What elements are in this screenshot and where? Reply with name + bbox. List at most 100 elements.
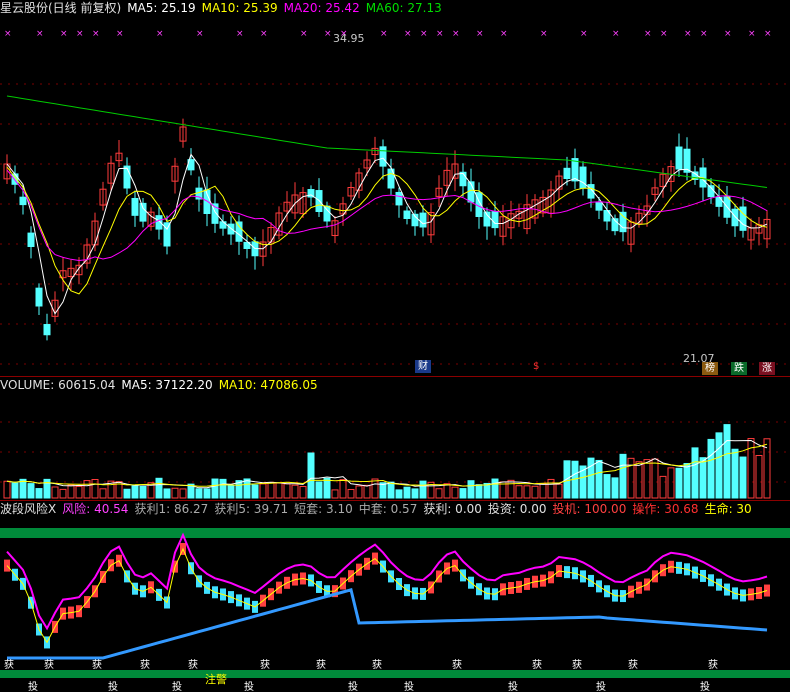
stock-chart-window[interactable]: { "price_header": { "stock": "星云股份(日线 前复…	[0, 0, 790, 692]
candle-body	[739, 206, 747, 231]
high-price-label: 34.95	[333, 32, 365, 45]
speculate-value: 投机: 100.00	[552, 502, 627, 516]
volume-bar	[691, 447, 699, 499]
volume-bar	[27, 483, 35, 499]
volume-bar	[659, 475, 667, 499]
profit-marker: 获	[188, 659, 198, 671]
volume-bar	[275, 482, 283, 499]
volume-bar	[163, 488, 171, 499]
mid-trap-value: 中套: 0.57	[358, 502, 418, 516]
invest-marker: 投	[108, 680, 118, 692]
volume-bar	[523, 485, 531, 499]
volume-bar	[715, 432, 723, 499]
candle-body	[595, 202, 603, 211]
candle-body	[491, 211, 499, 229]
signal-mark: ×	[404, 29, 412, 39]
volume-bar	[395, 489, 403, 499]
indicator-name: 波段风险X	[0, 502, 57, 516]
operation-value: 操作: 30.68	[632, 502, 699, 516]
volume-bar	[323, 477, 331, 499]
profit-marker: 获	[372, 659, 382, 671]
signal-mark: ×	[660, 29, 668, 39]
volume-bar	[203, 488, 211, 499]
volume-bar	[619, 453, 627, 499]
candle-body	[459, 171, 467, 187]
risk-value: 风险: 40.54	[62, 502, 129, 516]
volume-bar	[611, 477, 619, 499]
candle-body	[563, 167, 571, 179]
signal-mark: ×	[748, 29, 756, 39]
signal-mark: ×	[580, 29, 588, 39]
candle-body	[19, 196, 27, 206]
signal-mark: ×	[116, 29, 124, 39]
signal-mark: ×	[476, 29, 484, 39]
candle-body	[235, 221, 243, 242]
volume-bar	[227, 484, 235, 499]
volume-bar	[195, 488, 203, 499]
profit5-value: 获利5: 39.71	[214, 502, 289, 516]
volume-bar	[651, 458, 659, 499]
volume-bar	[435, 488, 443, 499]
candle-body	[35, 287, 43, 307]
profit-marker: 获	[452, 659, 462, 671]
price-chart[interactable]: × × × × × × × × × × × × × × × × × × × × × × × × × × × × × ×	[0, 16, 790, 378]
signal-mark: ×	[4, 29, 12, 39]
volume-bar	[755, 454, 763, 499]
life-value: 生命: 30	[704, 502, 752, 516]
volume-bar	[139, 485, 147, 499]
volume-bar	[635, 461, 643, 499]
volume-bar	[267, 482, 275, 499]
volume-bar	[675, 467, 683, 499]
volume-bar	[707, 438, 715, 499]
volume-bar	[379, 482, 387, 499]
volume-bar	[667, 467, 675, 499]
indicator-chart[interactable]: 获 获 获 获 获 获 获 获 获 获 获 获 获投 投 投 投 投 投 投 投 投 注警	[0, 518, 790, 692]
rank-event-tag[interactable]: 榜	[702, 362, 718, 375]
signal-mark: ×	[436, 29, 444, 39]
candle-body	[27, 232, 35, 247]
volume-ma10-value: MA10: 47086.05	[218, 378, 318, 392]
short-trap-value: 短套: 3.10	[294, 502, 353, 516]
ma20-line	[6, 169, 768, 262]
finance-event-tag[interactable]: 财	[415, 360, 431, 373]
volume-bar	[739, 456, 747, 499]
dollar-event-tag[interactable]: $	[530, 360, 542, 373]
candle-body	[43, 324, 51, 336]
volume-value: VOLUME: 60615.04	[0, 378, 116, 392]
profit-marker: 获	[44, 659, 54, 671]
volume-bar	[299, 486, 307, 499]
invest-marker: 投	[28, 680, 38, 692]
stock-title: 星云股份(日线 前复权)	[0, 1, 122, 15]
signal-mark: ×	[300, 29, 308, 39]
invest-marker: 投	[244, 680, 254, 692]
signal-mark: ×	[452, 29, 460, 39]
profit-marker: 获	[628, 659, 638, 671]
candle-body	[395, 191, 403, 206]
candle-body	[379, 146, 387, 167]
volume-chart[interactable]	[0, 392, 790, 500]
volume-bar	[3, 480, 11, 499]
signal-mark: ×	[420, 29, 428, 39]
volume-bar	[643, 459, 651, 499]
profit-marker: 获	[532, 659, 542, 671]
ma5-line	[6, 153, 768, 315]
volume-bar	[411, 488, 419, 499]
rise-event-tag[interactable]: 涨	[759, 362, 775, 375]
ma60-value: MA60: 27.13	[365, 1, 442, 15]
ma60-line	[6, 95, 768, 188]
candle-body	[131, 197, 139, 216]
top-band	[0, 528, 790, 538]
volume-bar	[347, 488, 355, 499]
volume-bar	[155, 477, 163, 499]
volume-bar	[483, 482, 491, 499]
signal-mark: ×	[92, 29, 100, 39]
volume-bar	[35, 488, 43, 499]
invest-marker: 投	[596, 680, 606, 692]
volume-bar	[99, 488, 107, 499]
candle-body	[675, 146, 683, 170]
invest-marker: 投	[172, 680, 182, 692]
signal-mark: ×	[764, 29, 772, 39]
fall-event-tag[interactable]: 跌	[731, 362, 747, 375]
signal-mark: ×	[500, 29, 508, 39]
volume-bar	[555, 483, 563, 499]
